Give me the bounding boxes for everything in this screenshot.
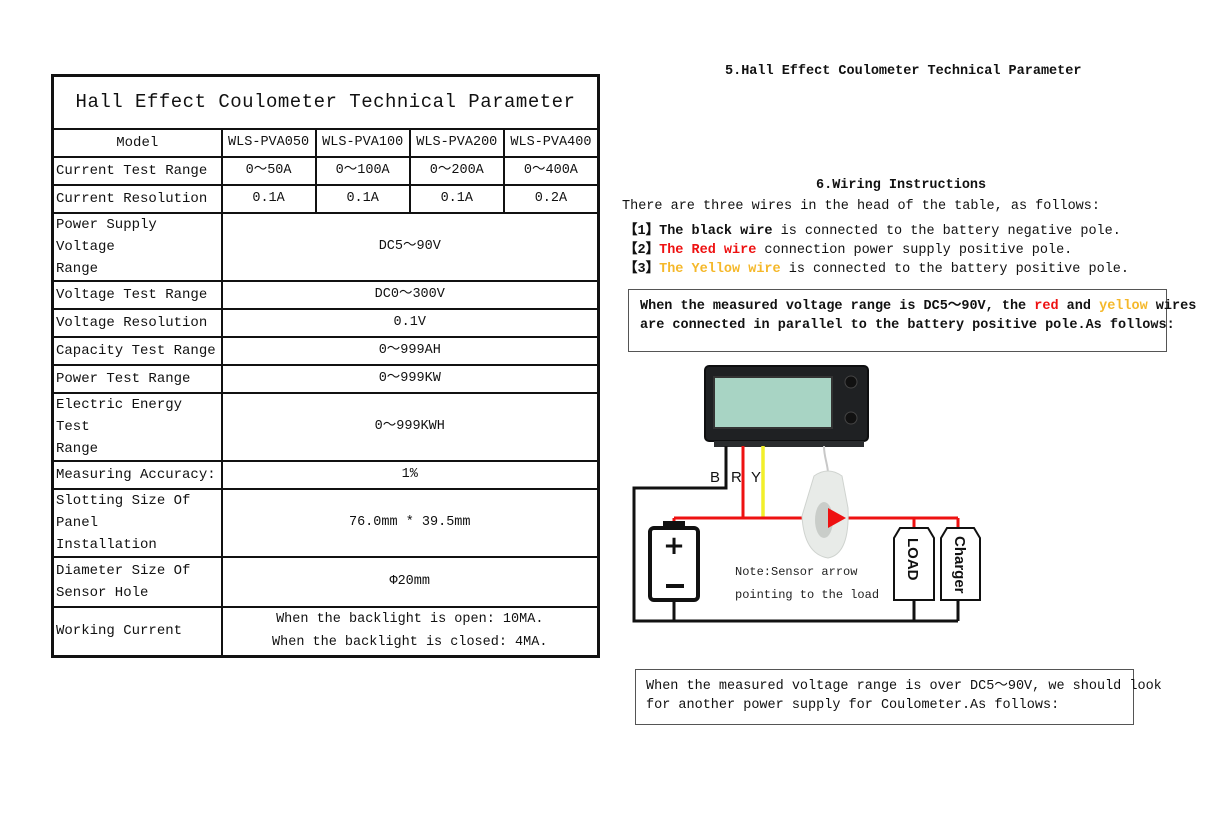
row-label: Current Resolution [51, 183, 223, 214]
row-label: Voltage Resolution [51, 307, 223, 338]
row-label: Diameter Size Of Sensor Hole [51, 555, 223, 608]
cell-value: 76.0mm * 39.5mm [220, 487, 600, 558]
wiring-intro: There are three wires in the head of the… [622, 199, 1100, 214]
cell-value: 0～999KWH [220, 391, 600, 462]
row-label-line: Electric Energy Test [56, 396, 183, 435]
row-label: Working Current [51, 605, 223, 658]
note-yellow-word: yellow [1099, 299, 1148, 314]
table-row: Slotting Size Of Panel Installation 76.0m… [51, 487, 600, 558]
row-label-line: Sensor Hole [56, 584, 149, 601]
section-6-heading: 6.Wiring Instructions [816, 178, 987, 193]
table-title: Hall Effect Coulometer Technical Paramet… [51, 74, 600, 130]
note-text: wires [1147, 299, 1197, 314]
cell-value: When the backlight is open: 10MA. When t… [220, 605, 600, 658]
table-row: Diameter Size Of Sensor Hole Φ20mm [51, 555, 600, 608]
row-label: Current Test Range [51, 155, 223, 186]
cell-value: Φ20mm [220, 555, 600, 608]
cell-value: 0～100A [314, 155, 411, 186]
note-box-other-supply: When the measured voltage range is over … [635, 669, 1162, 725]
wiring-diagram: B R Y + Note:Sensor arrow pointing to th… [628, 358, 998, 628]
cell-value: 0.1V [220, 307, 600, 338]
wire-item-black: 【1】The black wire is connected to the ba… [624, 218, 1121, 239]
row-label-line: Power Supply Voltage [56, 216, 157, 255]
table-row: Voltage Test Range DC0～300V [51, 279, 600, 310]
row-label-line: Range [56, 260, 99, 277]
row-label-line: Range [56, 440, 99, 457]
cell-value: 0～200A [408, 155, 505, 186]
note-line: are connected in parallel to the battery… [640, 318, 1175, 333]
table-row: Measuring Accuracy: 1% [51, 459, 600, 490]
note-text: and [1058, 299, 1100, 314]
table-row: Electric Energy Test Range 0～999KWH [51, 391, 600, 462]
model-header: WLS-PVA400 [502, 127, 600, 158]
battery-minus-icon [666, 584, 684, 588]
row-label-line: Installation [56, 536, 157, 553]
diagram-note-line2: pointing to the load [735, 588, 879, 602]
wire-item-red: 【2】The Red wire connection power supply … [624, 237, 1072, 258]
wire-desc: is connected to the battery positive pol… [780, 262, 1129, 277]
table-row: Capacity Test Range 0～999AH [51, 335, 600, 366]
wire-label-r: R [731, 469, 742, 486]
wire-item-yellow: 【3】The Yellow wire is connected to the b… [624, 256, 1129, 277]
battery-plus: + [663, 531, 685, 561]
model-header: WLS-PVA050 [220, 127, 317, 158]
note-line: When the measured voltage range is DC5～9… [640, 297, 1196, 316]
charger-icon: Charger [940, 527, 981, 621]
row-label-line: Slotting Size Of Panel [56, 492, 191, 531]
diagram-note-line1: Note:Sensor arrow [735, 565, 858, 579]
cell-value: 0～400A [502, 155, 600, 186]
model-header: WLS-PVA200 [408, 127, 505, 158]
row-label-line: Diameter Size Of [56, 562, 191, 579]
cell-value: 0～50A [220, 155, 317, 186]
wire-name: The Yellow wire [659, 262, 781, 277]
table-row: Current Resolution 0.1A 0.1A 0.1A 0.2A [51, 183, 600, 214]
note-text: When the measured voltage range is DC5～9… [640, 299, 1035, 314]
charger-label: Charger [951, 536, 968, 594]
row-label: Measuring Accuracy: [51, 459, 223, 490]
cell-value: DC5～90V [220, 211, 600, 282]
cell-value: 0.1A [314, 183, 411, 214]
cell-value: DC0～300V [220, 279, 600, 310]
table-row: Power Supply Voltage Range DC5～90V [51, 211, 600, 282]
cell-value: 1% [220, 459, 600, 490]
note-line: When the measured voltage range is over … [646, 679, 1162, 694]
row-label: Power Supply Voltage Range [51, 211, 223, 282]
note-box-parallel: When the measured voltage range is DC5～9… [628, 289, 1196, 352]
model-label: Model [51, 127, 223, 158]
row-label: Slotting Size Of Panel Installation [51, 487, 223, 558]
cell-value: 0.1A [408, 183, 505, 214]
table-row: Power Test Range 0～999KW [51, 363, 600, 394]
load-icon: LOAD [893, 527, 935, 621]
table-row: Working Current When the backlight is op… [51, 605, 600, 658]
row-label: Voltage Test Range [51, 279, 223, 310]
working-current-closed: When the backlight is closed: 4MA. [272, 635, 548, 651]
spec-table: Hall Effect Coulometer Technical Paramet… [51, 74, 600, 658]
note-red-word: red [1034, 299, 1059, 314]
section-5-heading: 5.Hall Effect Coulometer Technical Param… [725, 64, 1082, 79]
cell-value: 0～999AH [220, 335, 600, 366]
cell-value: 0～999KW [220, 363, 600, 394]
wire-label-y: Y [751, 469, 761, 486]
row-label: Electric Energy Test Range [51, 391, 223, 462]
wire-label-b: B [710, 469, 720, 486]
wire-index: 【3】 [624, 262, 660, 277]
hall-sensor-icon [801, 470, 849, 559]
table-row: Voltage Resolution 0.1V [51, 307, 600, 338]
load-label: LOAD [904, 538, 921, 581]
cell-value: 0.2A [502, 183, 600, 214]
battery-icon: + [648, 521, 700, 621]
working-current-open: When the backlight is open: 10MA. [276, 612, 544, 628]
note-line: for another power supply for Coulometer.… [646, 698, 1060, 713]
table-row: Current Test Range 0～50A 0～100A 0～200A 0… [51, 155, 600, 186]
cell-value: 0.1A [220, 183, 317, 214]
row-label: Power Test Range [51, 363, 223, 394]
coulometer-meter-icon [704, 365, 869, 447]
table-row-model: Model WLS-PVA050 WLS-PVA100 WLS-PVA200 W… [51, 127, 600, 158]
model-header: WLS-PVA100 [314, 127, 411, 158]
row-label: Capacity Test Range [51, 335, 223, 366]
